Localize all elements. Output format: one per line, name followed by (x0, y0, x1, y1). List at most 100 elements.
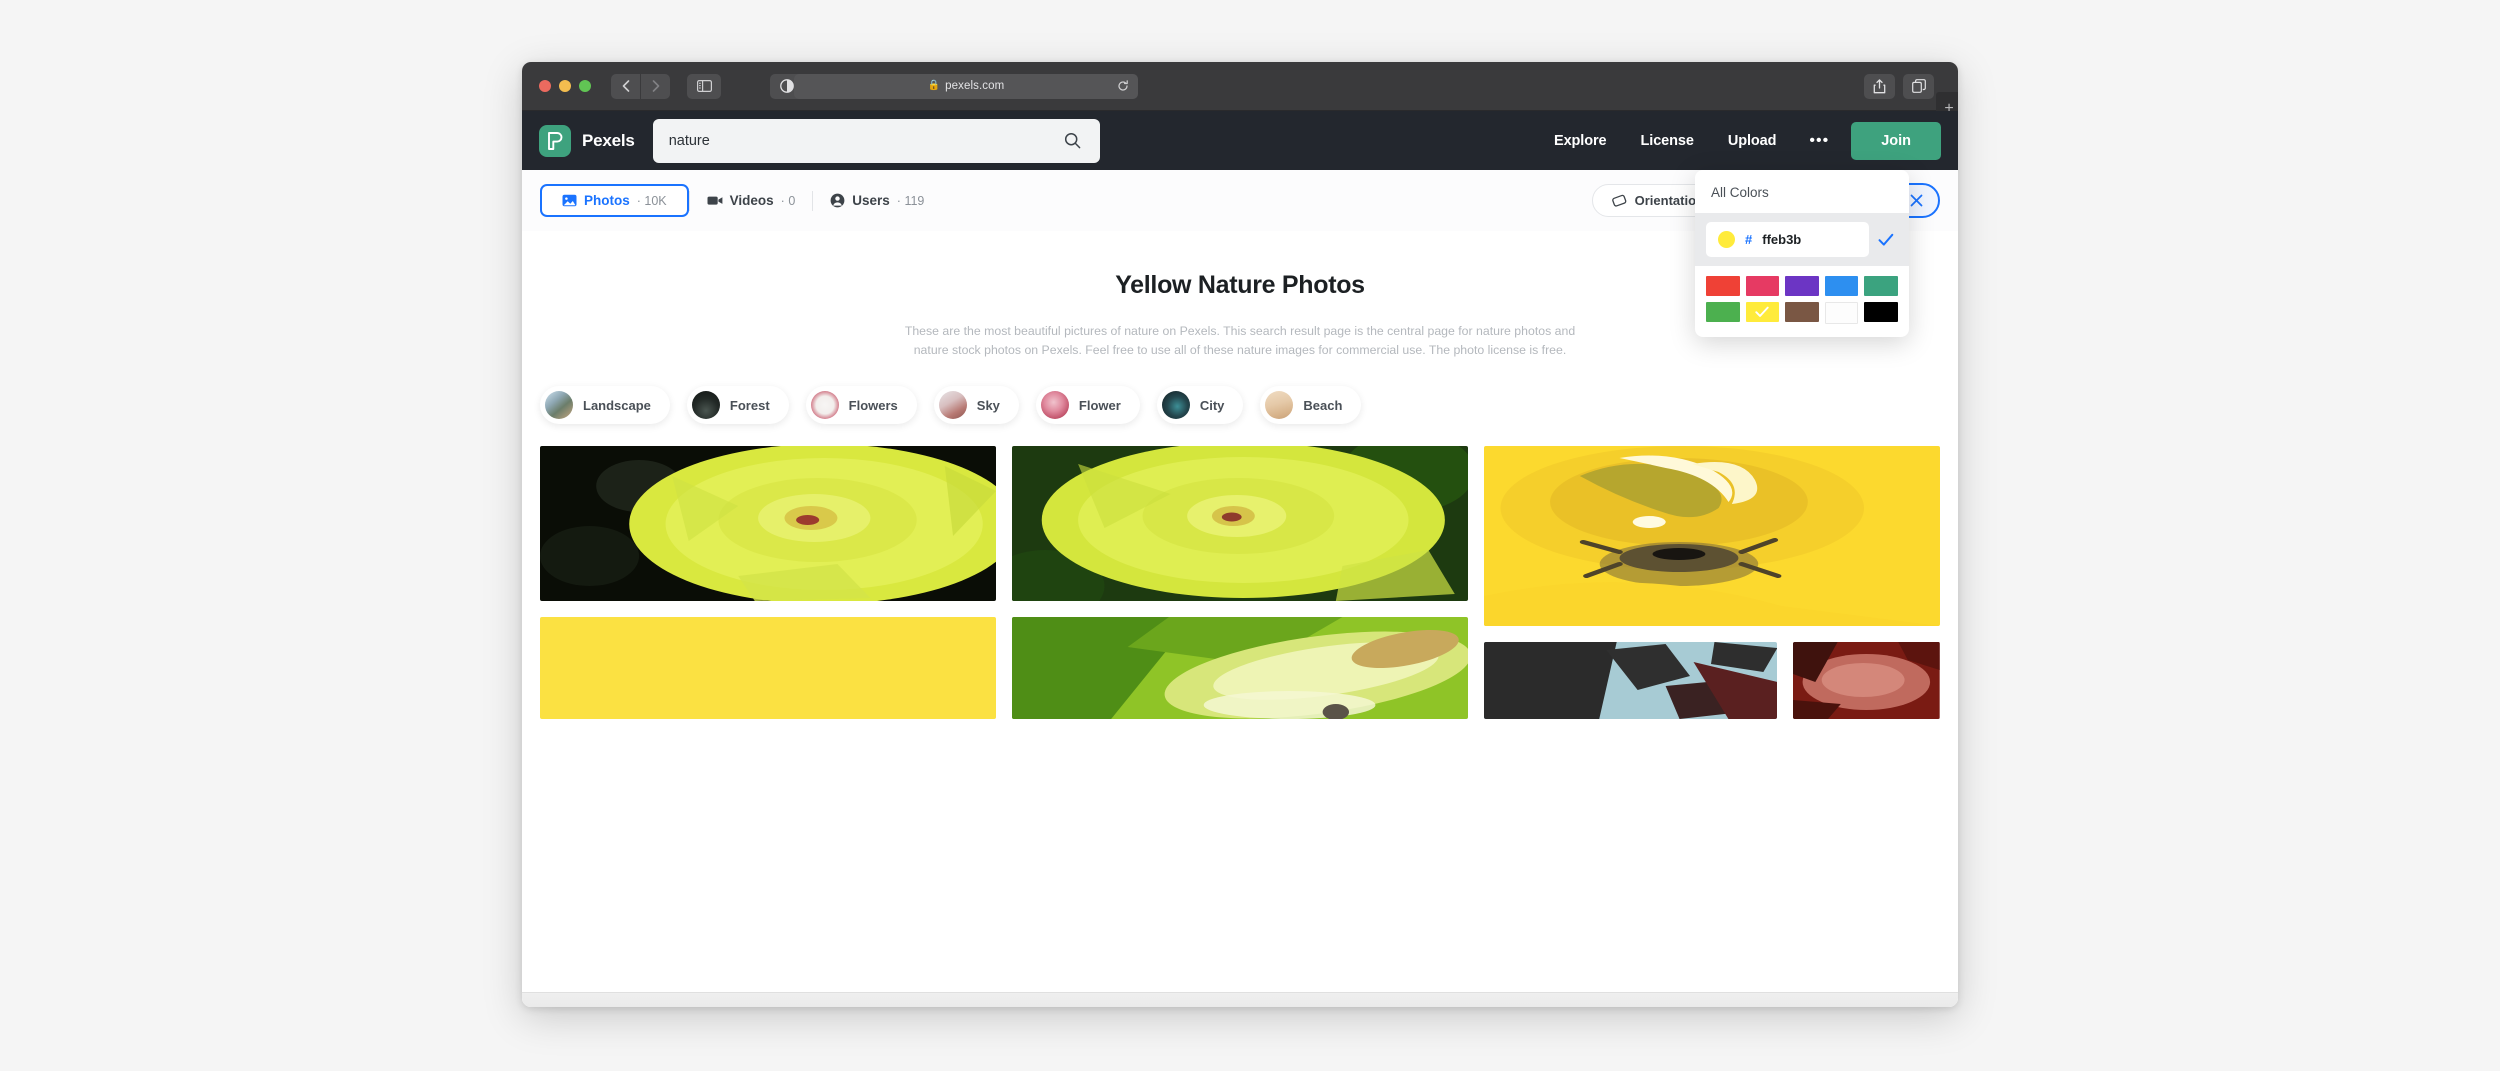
toolbar-right-buttons (1864, 73, 1934, 99)
close-icon[interactable] (1909, 193, 1924, 208)
search-icon[interactable] (1062, 130, 1084, 152)
photo-thumbnail[interactable] (1012, 446, 1468, 602)
swatch-yellow[interactable] (1745, 302, 1780, 322)
hex-color-preview (1718, 231, 1735, 248)
color-picker-dropdown: All Colors # ffeb3b (1695, 170, 1909, 337)
tab-videos-count: · 0 (780, 193, 796, 208)
orientation-label: Orientation (1634, 193, 1704, 208)
photo-thumbnail[interactable] (540, 446, 996, 602)
tab-photos-label: Photos (584, 193, 630, 208)
chip-flowers-label: Flowers (848, 397, 898, 413)
search-input[interactable]: nature (669, 133, 1062, 149)
tab-users[interactable]: Users · 119 (813, 184, 941, 217)
search-results-page: Yellow Nature Photos These are the most … (522, 231, 1958, 1007)
image-icon (562, 193, 577, 208)
video-camera-icon (707, 194, 723, 207)
hex-input[interactable]: # ffeb3b (1706, 222, 1869, 257)
color-dropdown-title: All Colors (1711, 185, 1769, 200)
swatch-pink[interactable] (1745, 276, 1780, 296)
tab-videos[interactable]: Videos · 0 (690, 184, 813, 217)
photo-thumbnail[interactable] (1484, 642, 1778, 720)
user-circle-icon (830, 193, 845, 208)
swatch-white[interactable] (1824, 302, 1859, 324)
header-navigation: Explore License Upload ••• Join (1537, 121, 1941, 160)
check-icon[interactable] (1878, 233, 1898, 247)
nav-license[interactable]: License (1624, 133, 1711, 149)
more-menu-button[interactable]: ••• (1793, 132, 1845, 149)
swatch-green[interactable] (1706, 302, 1740, 322)
photo-grid (522, 446, 1958, 720)
forest-thumb (691, 391, 720, 420)
flowers-thumb (810, 391, 839, 420)
reload-icon[interactable] (1117, 80, 1129, 92)
tab-videos-label: Videos (729, 193, 774, 208)
beach-thumb (1265, 391, 1294, 420)
result-type-tabs: Photos · 10K Videos · 0 Users · 119 (540, 184, 941, 217)
swatch-black[interactable] (1864, 302, 1898, 322)
orientation-icon (1611, 193, 1627, 208)
photo-subrow (1484, 642, 1940, 720)
window-controls (539, 80, 591, 92)
navigation-buttons (611, 73, 670, 99)
sky-thumb (938, 391, 967, 420)
join-button[interactable]: Join (1851, 121, 1941, 160)
chip-landscape[interactable]: Landscape (540, 386, 670, 425)
chip-sky[interactable]: Sky (933, 386, 1019, 425)
tab-photos[interactable]: Photos · 10K (540, 184, 689, 217)
lock-icon: 🔒 (927, 80, 941, 91)
site-header: Pexels nature Explore License Upload •••… (522, 111, 1958, 170)
chip-flower[interactable]: Flower (1035, 386, 1140, 425)
reader-view-icon (780, 79, 794, 93)
city-thumb (1161, 391, 1190, 420)
nav-upload[interactable]: Upload (1711, 133, 1794, 149)
photo-thumbnail[interactable] (1012, 617, 1468, 720)
selected-color-row: # ffeb3b (1695, 213, 1909, 266)
swatch-purple[interactable] (1785, 276, 1819, 296)
swatch-teal[interactable] (1864, 276, 1898, 296)
chip-sky-label: Sky (976, 397, 1000, 413)
photo-column-1 (540, 446, 996, 720)
search-bar[interactable]: nature (652, 118, 1100, 163)
show-tabs-button[interactable] (1903, 73, 1934, 99)
address-bar[interactable]: 🔒 pexels.com (794, 73, 1138, 99)
chip-beach[interactable]: Beach (1260, 386, 1362, 425)
chip-forest-label: Forest (729, 397, 770, 413)
swatch-blue[interactable] (1824, 276, 1859, 296)
show-tabs-icon (1911, 79, 1926, 93)
swatch-brown[interactable] (1785, 302, 1819, 322)
brand-link[interactable]: Pexels (539, 124, 635, 157)
related-categories: Landscape Forest Flowers Sky Flower City… (522, 386, 1958, 425)
photo-column-2 (1012, 446, 1468, 720)
forward-button[interactable] (641, 73, 670, 99)
chip-flowers[interactable]: Flowers (805, 386, 917, 425)
chip-forest[interactable]: Forest (686, 386, 789, 425)
chip-beach-label: Beach (1303, 397, 1343, 413)
screenshot-root: 🔒 pexels.com + Pexels nature Explore Lic… (0, 0, 2500, 1071)
maximize-window-button[interactable] (579, 80, 591, 92)
chip-flower-label: Flower (1078, 397, 1121, 413)
photo-column-3 (1484, 446, 1940, 720)
chip-city[interactable]: City (1156, 386, 1244, 425)
nav-explore[interactable]: Explore (1537, 133, 1624, 149)
tab-users-label: Users (852, 193, 890, 208)
back-button[interactable] (611, 73, 640, 99)
color-swatch-grid (1695, 266, 1909, 337)
close-window-button[interactable] (539, 80, 551, 92)
swatch-red[interactable] (1706, 276, 1740, 296)
horizontal-scrollbar[interactable] (522, 992, 1958, 1007)
brand-name: Pexels (582, 130, 635, 150)
share-icon (1873, 78, 1886, 94)
photo-thumbnail[interactable] (1484, 446, 1940, 627)
photo-thumbnail[interactable] (1793, 642, 1940, 720)
check-icon (1746, 302, 1780, 322)
photo-thumbnail[interactable] (540, 617, 996, 720)
browser-window: 🔒 pexels.com + Pexels nature Explore Lic… (522, 62, 1958, 1007)
landscape-thumb (545, 391, 573, 420)
share-button[interactable] (1864, 73, 1895, 99)
sidebar-toggle-icon (696, 80, 712, 92)
sidebar-toggle-button[interactable] (687, 73, 721, 99)
page-description: These are the most beautiful pictures of… (904, 324, 1576, 358)
minimize-window-button[interactable] (559, 80, 571, 92)
url-text: pexels.com (945, 80, 1005, 92)
tab-photos-count: · 10K (636, 193, 667, 208)
